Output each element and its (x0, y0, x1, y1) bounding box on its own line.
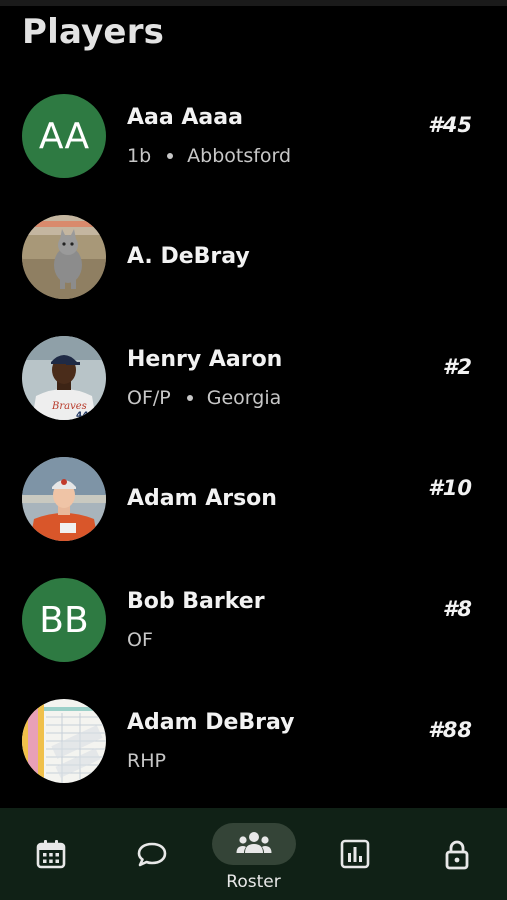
nav-item-lock[interactable] (406, 808, 507, 900)
list-item[interactable]: Braves 44 Henry Aaron OF/P Georgia #2 (0, 320, 507, 441)
nav-item-chat[interactable] (101, 808, 202, 900)
player-photo (22, 457, 106, 541)
avatar (22, 215, 106, 299)
player-name: Henry Aaron (127, 347, 283, 372)
list-item[interactable]: BB Bob Barker OF #8 (0, 562, 507, 683)
player-position: OF/P (127, 387, 171, 409)
avatar (22, 457, 106, 541)
player-number: #8 (442, 597, 472, 621)
avatar: AA (22, 94, 106, 178)
player-position: 1b (127, 145, 152, 167)
bar-chart-icon (339, 838, 371, 870)
player-name: Adam DeBray (127, 710, 295, 735)
player-position: RHP (127, 750, 166, 772)
active-indicator (211, 823, 296, 865)
calendar-icon (35, 838, 67, 870)
nav-label-roster: Roster (226, 872, 281, 892)
player-hometown: Georgia (206, 387, 282, 409)
cat-photo (22, 215, 106, 299)
avatar-initials: AA (38, 115, 90, 157)
player-position: OF (127, 629, 153, 651)
nav-item-roster[interactable]: Roster (203, 808, 304, 900)
svg-text:44: 44 (76, 411, 89, 420)
player-name: A. DeBray (127, 244, 250, 269)
player-details: RHP (127, 750, 166, 772)
list-item[interactable]: AA Aaa Aaaa 1b Abbotsford #45 (0, 78, 507, 199)
player-details: OF (127, 629, 153, 651)
list-item[interactable]: Adam Arson #10 (0, 441, 507, 562)
chat-bubble-icon (136, 838, 168, 870)
nav-item-calendar[interactable] (0, 808, 101, 900)
player-number: #2 (442, 355, 472, 379)
player-details: 1b Abbotsford (127, 145, 291, 167)
lock-icon (441, 838, 473, 870)
page-title: Players (22, 12, 165, 52)
avatar (22, 699, 106, 783)
player-number: #10 (428, 476, 472, 500)
player-list: AA Aaa Aaaa 1b Abbotsford #45 A. DeBray … (0, 78, 507, 804)
separator-dot (167, 153, 174, 159)
player-hometown: Abbotsford (187, 145, 292, 167)
player-name: Adam Arson (127, 486, 277, 511)
list-item[interactable]: Adam DeBray RHP #88 (0, 683, 507, 804)
player-name: Aaa Aaaa (127, 105, 243, 130)
avatar-initials: BB (39, 599, 89, 641)
status-bar (0, 0, 507, 6)
avatar: BB (22, 578, 106, 662)
player-details: OF/P Georgia (127, 387, 281, 409)
player-name: Bob Barker (127, 589, 265, 614)
document-photo (22, 699, 106, 783)
group-icon (236, 832, 271, 853)
list-item[interactable]: A. DeBray (0, 199, 507, 320)
nav-item-stats[interactable] (304, 808, 405, 900)
separator-dot (186, 395, 193, 401)
player-number: #88 (428, 718, 472, 742)
player-photo: Braves 44 (22, 336, 106, 420)
avatar: Braves 44 (22, 336, 106, 420)
player-number: #45 (428, 113, 472, 137)
bottom-nav: Roster (0, 808, 507, 900)
